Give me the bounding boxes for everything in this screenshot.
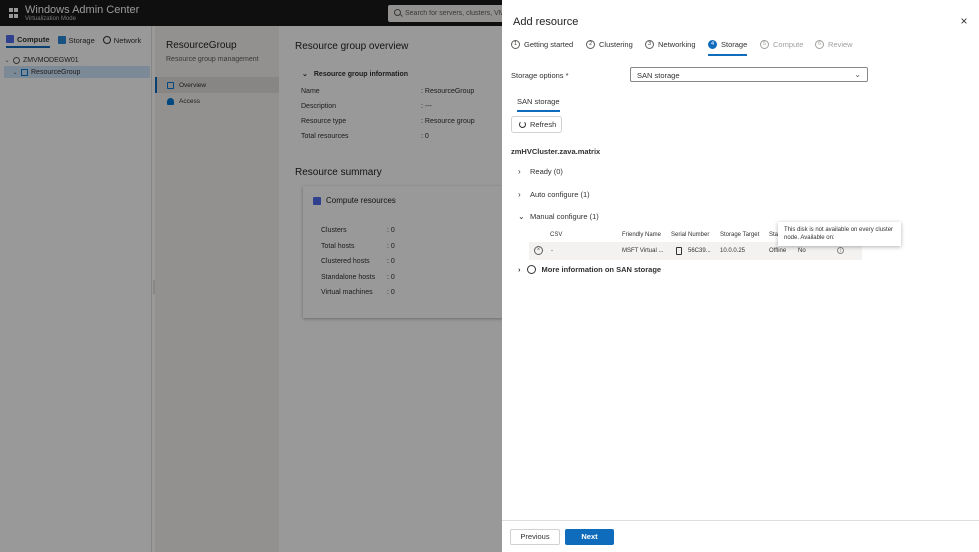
step-number: 2 [586,40,595,49]
storage-options-label: Storage options * [511,71,569,80]
previous-button[interactable]: Previous [510,529,560,545]
storage-options-value: SAN storage [637,71,680,80]
section-auto-configure[interactable]: › Auto configure (1) [518,190,590,199]
column-header-storage-target[interactable]: Storage Target [720,232,759,238]
refresh-button[interactable]: Refresh [511,116,562,133]
storage-options-select[interactable]: SAN storage ⌄ [630,67,868,82]
step-label: Compute [773,40,804,49]
info-icon[interactable]: i [837,247,844,254]
section-label: Auto configure (1) [530,190,590,199]
add-resource-panel: Add resource × 1 Getting started 2 Clust… [502,0,979,552]
cell-csv: - [551,248,553,254]
step-label: Storage [721,40,748,49]
availability-tooltip: This disk is not available on every clus… [778,222,901,246]
close-circle-icon[interactable]: × [534,246,543,255]
step-number: 3 [645,40,654,49]
step-clustering[interactable]: 2 Clustering [586,40,633,56]
refresh-label: Refresh [530,120,557,129]
more-info-san-storage[interactable]: › More information on SAN storage [518,265,661,274]
cell-serial-number: 56C39... [688,248,711,254]
column-header-csv[interactable]: CSV [550,232,562,238]
section-ready[interactable]: › Ready (0) [518,167,563,176]
panel-title: Add resource [513,16,579,28]
step-networking[interactable]: 3 Networking [645,40,696,56]
chevron-right-icon: › [518,190,521,199]
cell-storage-target: 10.0.0.25 [720,248,746,254]
section-manual-configure[interactable]: ⌄ Manual configure (1) [518,212,599,221]
column-header-friendly-name[interactable]: Friendly Name [622,232,661,238]
cell-friendly-name: MSFT Virtual ... [622,248,664,254]
cell-status: Offline [769,248,787,254]
tab-san-storage[interactable]: SAN storage [517,97,560,112]
copy-icon[interactable] [676,247,682,255]
clock-icon [526,265,536,274]
step-review: 6 Review [815,40,853,56]
step-number: 1 [511,40,520,49]
chevron-right-icon: › [518,167,521,176]
step-label: Clustering [599,40,633,49]
cell-available: No [798,248,806,254]
more-info-label: More information on SAN storage [541,265,662,274]
section-label: Manual configure (1) [530,212,599,221]
next-button[interactable]: Next [565,529,614,545]
step-label: Getting started [524,40,574,49]
cluster-name: zmHVCluster.zava.matrix [511,147,601,156]
step-getting-started[interactable]: 1 Getting started [511,40,573,56]
step-label: Review [828,40,853,49]
step-number: 5 [760,40,769,49]
column-header-status[interactable]: Sta [769,232,778,238]
step-number: 6 [815,40,824,49]
chevron-down-icon: ⌄ [854,70,861,79]
step-storage[interactable]: 4 Storage [708,40,748,56]
column-header-serial-number[interactable]: Serial Number [671,232,709,238]
chevron-right-icon: › [518,265,521,274]
refresh-icon [519,121,526,128]
panel-footer: Previous Next [502,520,979,552]
step-compute: 5 Compute [760,40,803,56]
step-label: Networking [658,40,696,49]
pane-splitter[interactable] [153,280,155,294]
chevron-down-icon: ⌄ [518,212,525,221]
step-number: 4 [708,40,717,49]
section-label: Ready (0) [530,167,563,176]
close-icon[interactable]: × [958,15,970,27]
modal-overlay[interactable] [0,0,502,552]
